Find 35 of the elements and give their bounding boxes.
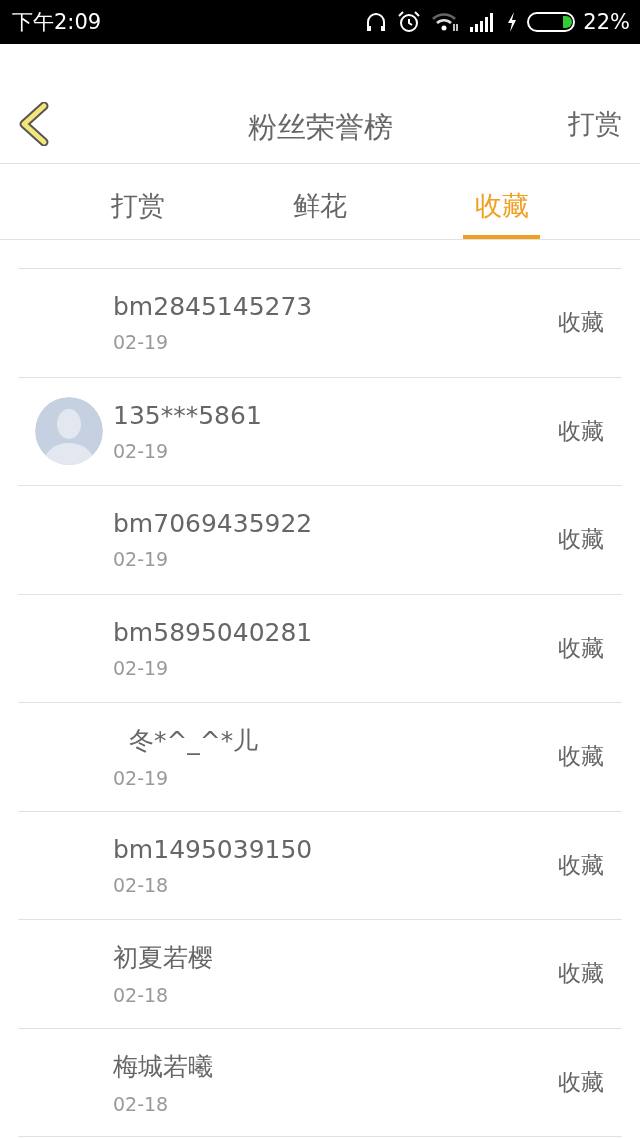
fan-date: 02-18 [113, 1092, 170, 1115]
fan-date: 02-19 [113, 656, 170, 679]
fan-date: 02-18 [113, 873, 170, 896]
fan-name: 135***5861 [113, 400, 263, 430]
action-label: 收藏 [558, 525, 604, 555]
status-time: 下午2:09 [12, 9, 102, 36]
headphones-icon [365, 11, 388, 33]
fan-name: 初夏若樱 [113, 942, 214, 975]
fan-date: 02-19 [113, 767, 170, 790]
wifi-icon [431, 12, 460, 32]
action-label: 收藏 [558, 742, 604, 772]
battery-percent: 22% [583, 10, 630, 34]
fan-date: 02-19 [113, 331, 170, 354]
fan-name: 梅城若曦 [113, 1050, 214, 1083]
fan-date: 02-18 [113, 984, 170, 1007]
page-title: 粉丝荣誉榜 [246, 109, 394, 146]
action-label: 收藏 [558, 959, 604, 989]
reward-button[interactable]: 打赏 [568, 105, 622, 142]
action-label: 收藏 [558, 308, 604, 338]
action-label: 收藏 [558, 416, 604, 446]
action-label: 收藏 [558, 850, 604, 880]
fan-date: 02-19 [113, 548, 170, 571]
fan-name: 冬*^_^*儿 [127, 725, 260, 758]
fan-date: 02-19 [113, 439, 170, 462]
tab[interactable]: 鲜花 [281, 164, 359, 239]
charging-icon [507, 12, 518, 32]
tab[interactable]: 打赏 [100, 164, 177, 239]
fan-name: bm7069435922 [113, 509, 314, 539]
action-label: 收藏 [558, 633, 604, 663]
alarm-icon [397, 10, 422, 34]
battery-icon [527, 11, 578, 33]
action-label: 收藏 [558, 1067, 604, 1097]
fan-name: bm2845145273 [113, 292, 314, 322]
fan-name: bm5895040281 [113, 617, 314, 647]
fan-name: bm1495039150 [113, 834, 314, 864]
